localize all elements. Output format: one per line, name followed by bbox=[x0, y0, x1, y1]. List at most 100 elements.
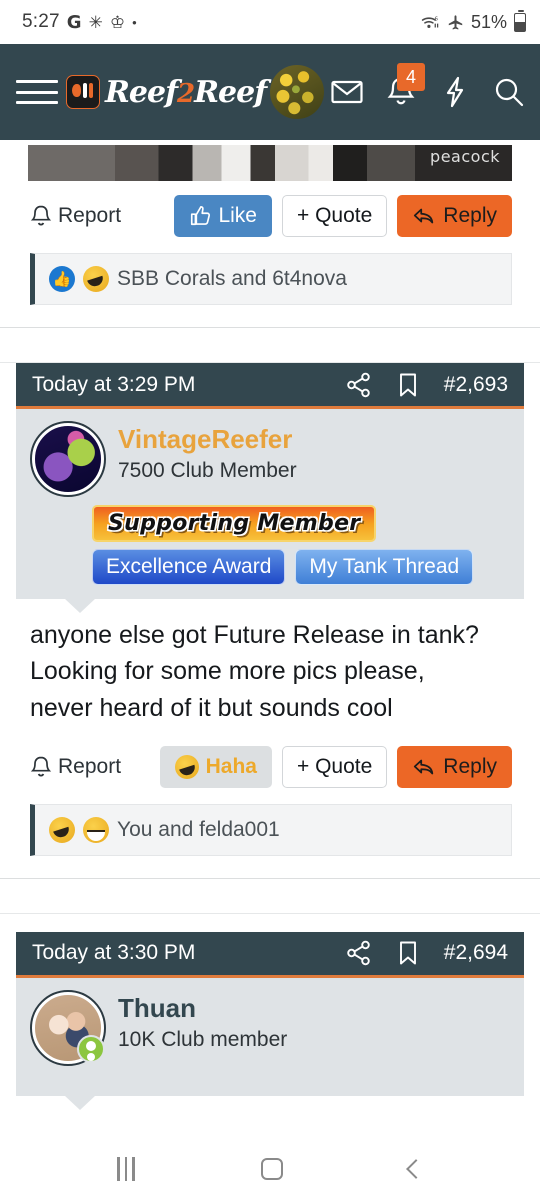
reaction-users-text: You and felda001 bbox=[117, 817, 280, 841]
reef2reef-fish-logo-icon bbox=[66, 75, 100, 109]
post-action-bar: Report Haha + Quote Reply bbox=[16, 726, 524, 788]
avatar[interactable] bbox=[30, 421, 106, 497]
bell-outline-icon bbox=[30, 205, 52, 226]
post-header: Today at 3:30 PM #2,694 bbox=[16, 931, 524, 978]
post-header: Today at 3:29 PM #2,693 bbox=[16, 363, 524, 409]
rofl-reaction-icon bbox=[174, 754, 199, 779]
airplane-mode-icon bbox=[448, 14, 463, 29]
brand-logo[interactable]: Reef2Reef bbox=[66, 74, 267, 110]
post-number[interactable]: #2,694 bbox=[444, 941, 508, 965]
online-indicator-icon bbox=[77, 1034, 105, 1063]
user-meta: VintageReefer 7500 Club Member bbox=[118, 423, 297, 495]
post-header-actions bbox=[346, 372, 418, 398]
post-action-bar: Report Like + Quote Reply bbox=[0, 181, 540, 237]
user-title: 10K Club member bbox=[118, 1027, 288, 1051]
report-label: Report bbox=[58, 754, 122, 778]
status-bar-right: 6 51% bbox=[421, 9, 526, 33]
grin-reaction-icon bbox=[83, 816, 109, 843]
post-timestamp[interactable]: Today at 3:29 PM bbox=[32, 373, 346, 397]
reaction-users-text: SBB Corals and 6t4nova bbox=[117, 267, 347, 290]
post-body: anyone else got Future Release in tank? … bbox=[16, 599, 524, 726]
brand-text-part1: Reef bbox=[105, 74, 178, 110]
lightning-bolt-icon[interactable] bbox=[438, 75, 472, 109]
post-user-info: VintageReefer 7500 Club Member bbox=[16, 409, 524, 497]
post-body-line-3: never heard of it but sounds cool bbox=[30, 693, 393, 722]
share-icon[interactable] bbox=[346, 372, 372, 398]
haha-reaction-button[interactable]: Haha bbox=[159, 745, 272, 788]
quote-label: + Quote bbox=[296, 754, 373, 778]
thumbs-up-icon bbox=[191, 206, 211, 226]
svg-text:6: 6 bbox=[434, 16, 438, 22]
badge-row: Excellence Award My Tank Thread bbox=[92, 549, 524, 585]
asterisk-icon: ✳ bbox=[88, 12, 103, 32]
reaction-summary[interactable]: SBB Corals and 6t4nova bbox=[30, 253, 512, 305]
hamburger-menu-icon[interactable] bbox=[16, 77, 58, 107]
user-title: 7500 Club Member bbox=[118, 458, 297, 482]
badge-excellence-award[interactable]: Excellence Award bbox=[92, 549, 286, 585]
badge-my-tank-thread[interactable]: My Tank Thread bbox=[295, 549, 474, 585]
brand-text-two: 2 bbox=[177, 78, 195, 109]
thread-content: Report Like + Quote Reply SBB C bbox=[0, 145, 540, 1110]
username[interactable]: VintageReefer bbox=[118, 424, 297, 455]
like-button[interactable]: Like bbox=[174, 195, 272, 237]
app-header: Reef2Reef 4 bbox=[0, 44, 540, 140]
alerts-count-badge: 4 bbox=[397, 63, 425, 91]
avatar[interactable] bbox=[270, 65, 325, 119]
haha-label: Haha bbox=[205, 754, 257, 778]
quote-label: + Quote bbox=[296, 204, 373, 227]
header-actions: 4 bbox=[330, 63, 526, 109]
post-header-actions bbox=[346, 940, 418, 966]
report-button[interactable]: Report bbox=[30, 755, 121, 779]
google-icon: G bbox=[66, 11, 82, 33]
post-body-line-2: Looking for some more pics please, bbox=[30, 657, 425, 686]
report-button[interactable]: Report bbox=[30, 204, 121, 228]
quote-button[interactable]: + Quote bbox=[281, 195, 388, 237]
envelope-icon[interactable] bbox=[330, 75, 364, 109]
status-bar-left: 5:27 G ✳ ♔ • bbox=[22, 11, 137, 33]
reaction-summary[interactable]: You and felda001 bbox=[30, 803, 512, 856]
quote-button[interactable]: + Quote bbox=[281, 745, 388, 788]
speech-notch-icon bbox=[64, 598, 96, 613]
post-2693: Today at 3:29 PM #2,693 VintageReefer 75… bbox=[16, 363, 524, 856]
battery-percent: 51% bbox=[470, 11, 507, 32]
user-panel-notch-wrap bbox=[16, 1081, 524, 1110]
rofl-reaction-icon bbox=[49, 816, 75, 843]
embedded-media-thumbnail[interactable] bbox=[28, 145, 512, 181]
reply-label: Reply bbox=[443, 754, 497, 778]
bell-outline-icon bbox=[30, 756, 52, 777]
post-2694: Today at 3:30 PM #2,694 Thuan 10K Club m… bbox=[16, 931, 524, 1110]
badge-supporting-member[interactable]: Supporting Member bbox=[92, 505, 377, 542]
post-divider-2 bbox=[0, 912, 540, 914]
reply-button[interactable]: Reply bbox=[397, 195, 512, 237]
trophy-icon: ♔ bbox=[109, 12, 126, 32]
post-timestamp[interactable]: Today at 3:30 PM bbox=[32, 941, 346, 965]
share-icon[interactable] bbox=[346, 940, 372, 966]
search-icon[interactable] bbox=[492, 75, 526, 109]
like-label: Like bbox=[218, 204, 257, 227]
clock: 5:27 bbox=[22, 11, 60, 32]
back-icon[interactable] bbox=[405, 1159, 426, 1179]
wifi-6-icon: 6 bbox=[421, 16, 438, 28]
avatar[interactable] bbox=[30, 989, 106, 1066]
reply-arrow-icon bbox=[414, 759, 434, 775]
android-nav-bar bbox=[0, 1138, 540, 1200]
speech-notch-icon bbox=[64, 1094, 96, 1110]
user-panel-notch-wrap bbox=[16, 585, 524, 613]
reply-button[interactable]: Reply bbox=[397, 745, 512, 788]
bookmark-icon[interactable] bbox=[398, 372, 418, 398]
username[interactable]: Thuan bbox=[118, 993, 287, 1024]
recents-icon[interactable] bbox=[117, 1157, 135, 1181]
more-notifications-icon: • bbox=[132, 14, 137, 30]
post-number[interactable]: #2,693 bbox=[444, 373, 508, 397]
bookmark-icon[interactable] bbox=[398, 940, 418, 966]
post-partial-top: Report Like + Quote Reply SBB C bbox=[0, 145, 540, 363]
user-badges: Supporting Member Excellence Award My Ta… bbox=[16, 495, 524, 585]
post-divider bbox=[0, 327, 540, 328]
home-icon[interactable] bbox=[260, 1158, 283, 1180]
report-label: Report bbox=[58, 204, 122, 227]
reply-arrow-icon bbox=[414, 208, 434, 224]
bell-icon[interactable]: 4 bbox=[384, 63, 425, 109]
rofl-reaction-icon bbox=[83, 266, 109, 292]
post-divider bbox=[0, 877, 540, 879]
status-bar: 5:27 G ✳ ♔ • 6 51% bbox=[0, 0, 540, 44]
